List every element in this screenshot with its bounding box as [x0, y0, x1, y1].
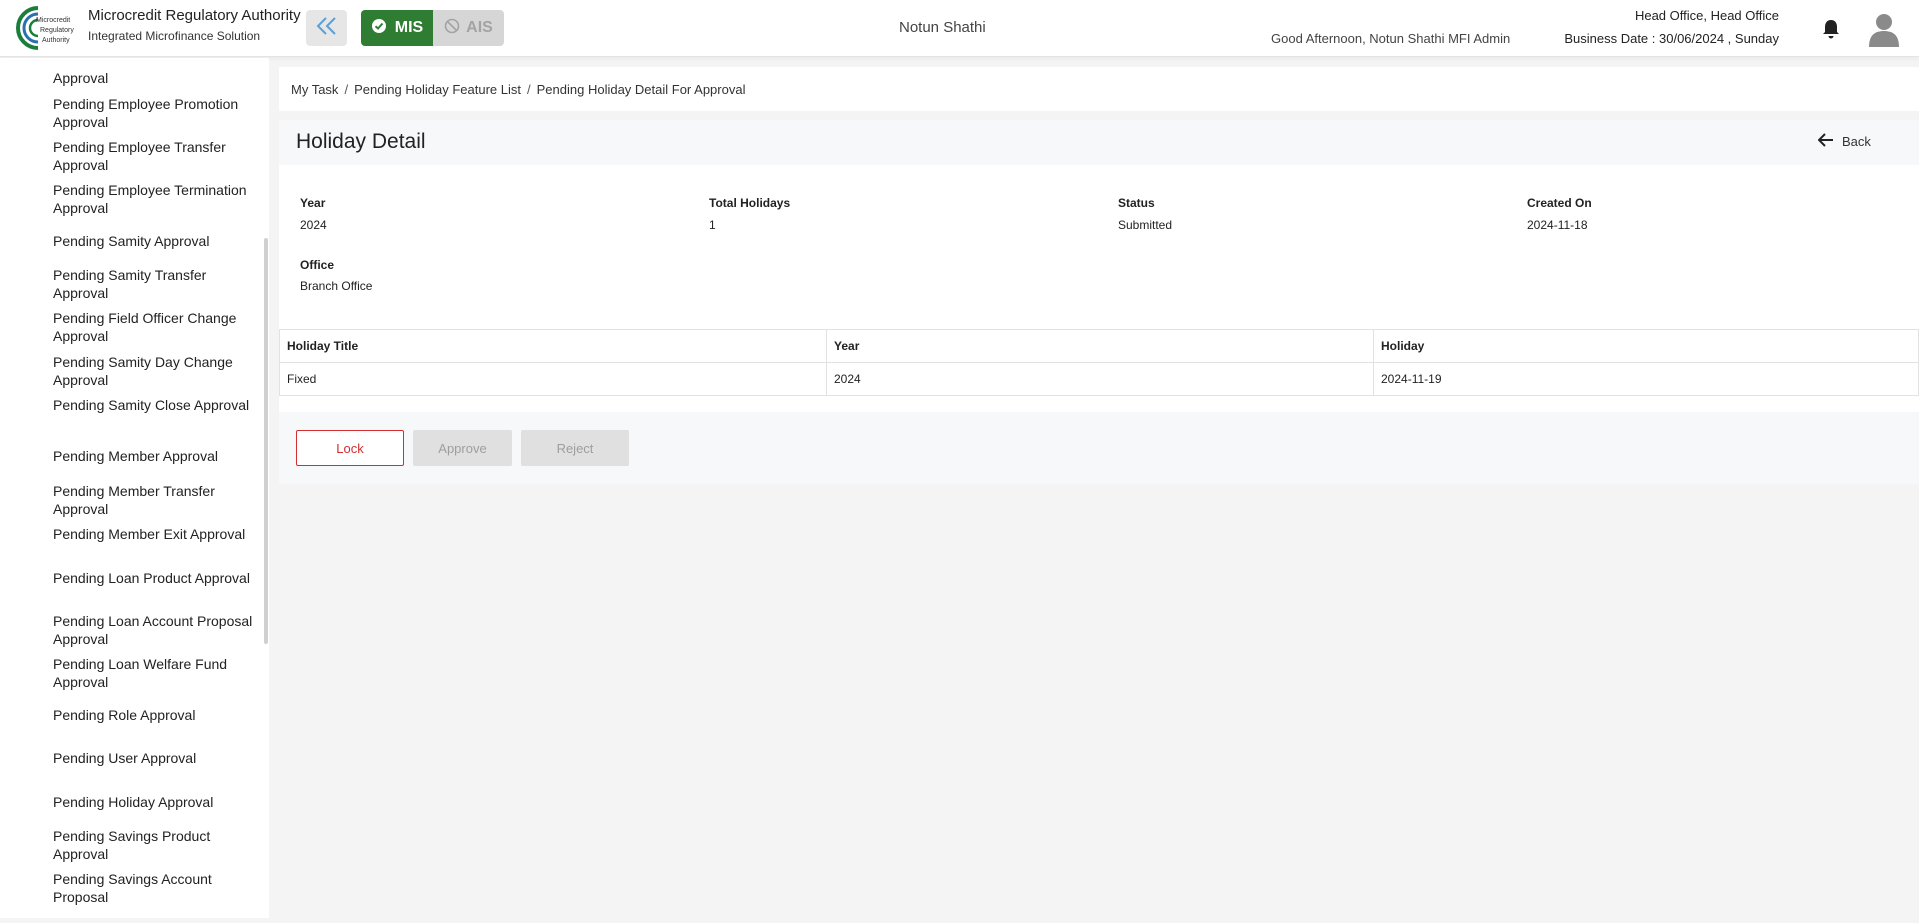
mis-mode-button[interactable]: MIS: [361, 10, 433, 46]
breadcrumb-holiday-feature-list[interactable]: Pending Holiday Feature List: [354, 82, 521, 97]
mode-toggle: MIS AIS: [361, 10, 504, 46]
greeting-text: Good Afternoon, Notun Shathi MFI Admin: [1271, 31, 1511, 46]
breadcrumb-my-task[interactable]: My Task: [291, 82, 338, 97]
svg-text:Regulatory: Regulatory: [40, 27, 74, 34]
sidebar-item[interactable]: Pending Samity Close Approval: [53, 397, 253, 415]
sidebar-item[interactable]: Pending Loan Product Approval: [53, 570, 253, 588]
sidebar-item[interactable]: Pending Employee Termination Approval: [53, 182, 253, 217]
arrow-left-icon: [1817, 133, 1834, 150]
brand-title: Microcredit Regulatory Authority: [88, 7, 301, 24]
business-date: Business Date : 30/06/2024 , Sunday: [1564, 31, 1779, 46]
year-cell: 2024: [826, 362, 1374, 396]
approve-button[interactable]: Approve: [413, 430, 512, 466]
holiday-title-cell: Fixed: [279, 362, 827, 396]
status-value: Submitted: [1118, 218, 1173, 232]
sidebar-collapse-button[interactable]: [306, 10, 347, 46]
sidebar-item[interactable]: Pending Employee Promotion Approval: [53, 96, 253, 131]
mis-label: MIS: [394, 19, 424, 36]
breadcrumb-separator: /: [527, 81, 531, 97]
reject-button[interactable]: Reject: [521, 430, 629, 466]
mra-logo[interactable]: Microcredit Regulatory Authority: [14, 4, 78, 52]
organization-name: Notun Shathi: [899, 19, 986, 36]
sidebar-item[interactable]: Pending Member Transfer Approval: [53, 483, 253, 518]
sidebar: Approval Pending Employee Promotion Appr…: [0, 58, 269, 918]
back-button[interactable]: Back: [1817, 133, 1871, 150]
breadcrumb-separator: /: [344, 81, 349, 97]
double-chevron-left-icon: [315, 16, 339, 41]
breadcrumb: My Task / Pending Holiday Feature List /…: [279, 67, 1919, 111]
sidebar-item[interactable]: Pending Loan Welfare Fund Approval: [53, 656, 253, 691]
created-on-value: 2024-11-18: [1527, 218, 1588, 232]
sidebar-item[interactable]: Pending Samity Approval: [53, 233, 253, 251]
sidebar-scrollbar[interactable]: [264, 238, 268, 644]
sidebar-item[interactable]: Pending Member Approval: [53, 448, 253, 466]
office-value: Branch Office: [300, 279, 373, 293]
sidebar-item[interactable]: Pending Samity Transfer Approval: [53, 267, 253, 302]
user-avatar[interactable]: [1867, 11, 1901, 47]
office-label: Office: [300, 258, 335, 272]
breadcrumb-current: Pending Holiday Detail For Approval: [536, 81, 746, 97]
block-icon: [444, 18, 460, 39]
brand-subtitle: Integrated Microfinance Solution: [88, 29, 261, 43]
holiday-table: Holiday Title Year Holiday Fixed 2024 20…: [279, 329, 1919, 396]
office-name: Head Office, Head Office: [1634, 8, 1779, 23]
sidebar-item[interactable]: Pending Savings Product Approval: [53, 828, 253, 863]
table-header-row: Holiday Title Year Holiday: [279, 329, 1919, 363]
sidebar-item[interactable]: Pending Member Exit Approval: [53, 526, 253, 544]
back-label: Back: [1842, 134, 1871, 149]
ais-mode-button[interactable]: AIS: [433, 10, 504, 46]
sidebar-item[interactable]: Pending Savings Account Proposal: [53, 871, 253, 906]
sidebar-item[interactable]: Pending Field Officer Change Approval: [53, 310, 253, 345]
sidebar-item[interactable]: Pending Loan Account Proposal Approval: [53, 613, 253, 648]
holiday-date-cell: 2024-11-19: [1373, 362, 1919, 396]
lock-button[interactable]: Lock: [296, 430, 404, 466]
total-holidays-value: 1: [709, 218, 716, 232]
column-header-holiday-title: Holiday Title: [279, 329, 827, 363]
created-on-label: Created On: [1527, 196, 1592, 210]
column-header-holiday: Holiday: [1373, 329, 1919, 363]
column-header-year: Year: [826, 329, 1374, 363]
svg-text:Microcredit: Microcredit: [36, 17, 70, 24]
sidebar-item[interactable]: Pending Employee Transfer Approval: [53, 139, 253, 174]
sidebar-item[interactable]: Pending Samity Day Change Approval: [53, 354, 253, 389]
sidebar-item[interactable]: Pending Role Approval: [53, 707, 253, 725]
total-holidays-label: Total Holidays: [709, 196, 791, 210]
ais-label: AIS: [466, 19, 493, 36]
sidebar-item[interactable]: Pending User Approval: [53, 750, 253, 768]
sidebar-item[interactable]: Approval: [53, 70, 253, 88]
table-row: Fixed 2024 2024-11-19: [279, 362, 1919, 396]
notification-bell-icon[interactable]: [1821, 18, 1841, 40]
year-value: 2024: [300, 218, 327, 232]
status-label: Status: [1118, 196, 1155, 210]
top-header: Microcredit Regulatory Authority Microcr…: [0, 0, 1919, 57]
check-circle-icon: [371, 18, 387, 39]
page-title: Holiday Detail: [296, 130, 426, 153]
svg-text:Authority: Authority: [42, 37, 70, 44]
year-label: Year: [300, 196, 326, 210]
sidebar-item-holiday-approval[interactable]: Pending Holiday Approval: [53, 794, 253, 812]
